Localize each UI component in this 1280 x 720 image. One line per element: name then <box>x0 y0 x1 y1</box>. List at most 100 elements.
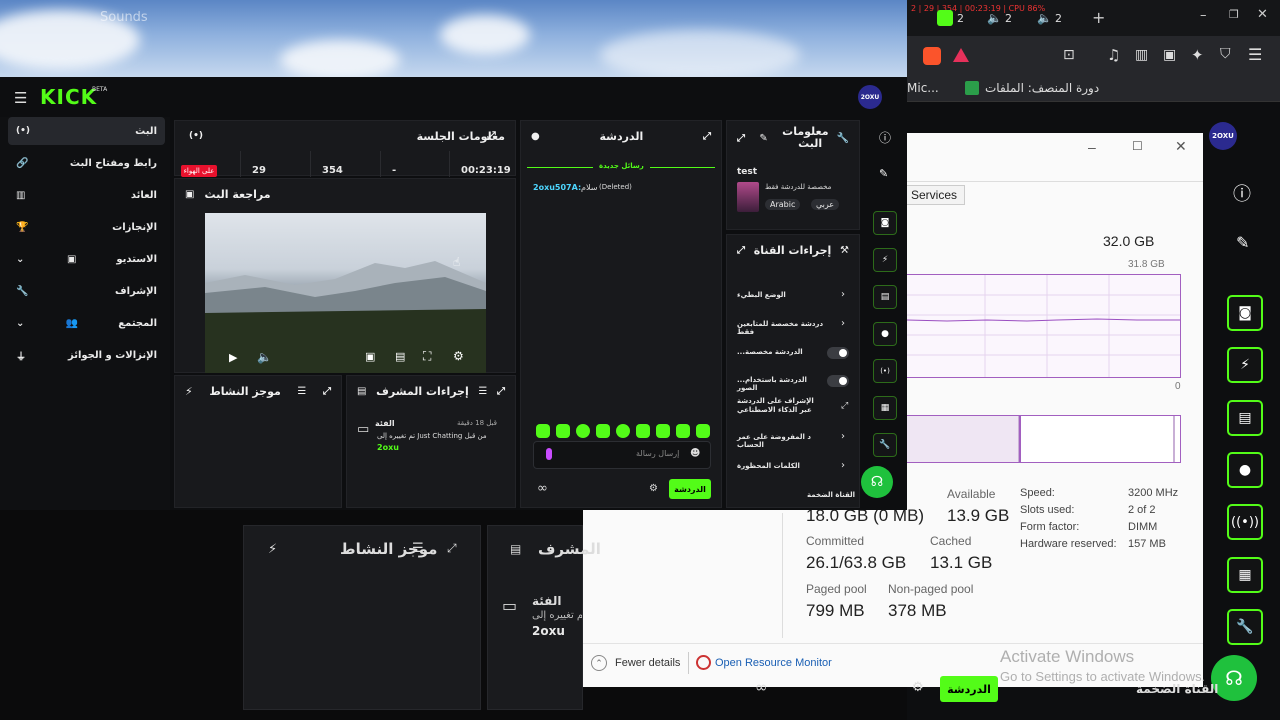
fewer-details-link[interactable]: Fewer details <box>615 657 680 669</box>
filter-icon[interactable]: ☰ <box>478 386 487 397</box>
sidebar-item-stream[interactable]: (•) البث <box>8 117 165 145</box>
layout-button[interactable]: ▦ <box>873 396 897 420</box>
sidebar-item-moderation[interactable]: 🔧 الإشراف <box>8 277 165 305</box>
action-slow-mode[interactable]: الوضع البطيء <box>737 291 837 299</box>
sidebar-item-community[interactable]: ⌄ 👥 المجتمع <box>8 309 165 337</box>
maximize-button[interactable]: ☐ <box>1132 139 1143 153</box>
play-icon[interactable]: ▶ <box>229 351 237 364</box>
chevron-right-icon[interactable]: › <box>841 318 845 329</box>
chat-button[interactable]: ● <box>873 322 897 346</box>
tab-services[interactable]: Services <box>903 185 965 205</box>
microphone-icon[interactable] <box>546 448 552 460</box>
expand-icon[interactable]: ⤢ <box>737 245 745 256</box>
close-button[interactable]: ✕ <box>1257 7 1268 22</box>
layout-button[interactable]: ▦ <box>1227 557 1263 593</box>
action-followers-only[interactable]: دردشة مخصصة للمتابعين فقط <box>737 320 837 336</box>
close-button[interactable]: ✕ <box>1175 138 1187 155</box>
rewards-icon[interactable] <box>953 48 969 62</box>
chat-button[interactable]: ● <box>1227 452 1263 488</box>
emote-icon[interactable] <box>616 424 630 438</box>
chat-input[interactable]: إرسال رسالة ☻ <box>533 441 711 469</box>
open-resource-monitor-link[interactable]: Open Resource Monitor <box>715 657 832 669</box>
leo-icon[interactable]: ✦ <box>1191 46 1204 64</box>
bookmark-item[interactable]: Mic... <box>907 81 939 95</box>
sidebar-item-achievements[interactable]: 🏆 الإنجازات <box>8 213 165 241</box>
notes-button[interactable]: ▤ <box>873 285 897 309</box>
minimize-button[interactable]: – <box>1088 139 1096 155</box>
fullscreen-icon[interactable]: ⛶ <box>423 349 431 364</box>
chat-username[interactable]: 2oxu507A: <box>533 183 581 192</box>
hamburger-icon[interactable]: ☰ <box>14 89 27 107</box>
broadcast-button[interactable]: (•) <box>873 359 897 383</box>
music-icon[interactable]: ♫ <box>1107 46 1120 64</box>
edit-icon[interactable]: ✎ <box>879 167 888 180</box>
volume-icon[interactable]: 🔈 <box>257 350 272 364</box>
theater-icon[interactable]: ▤ <box>395 350 405 363</box>
ghost-chat-button[interactable]: الدردشة <box>940 676 998 702</box>
stream-category[interactable]: مخصصة للدردشة فقط <box>765 183 831 191</box>
filter-icon[interactable]: ☰ <box>297 386 306 397</box>
kick-tab-icon[interactable] <box>937 10 953 26</box>
emote-icon[interactable] <box>576 424 590 438</box>
tag-chip[interactable]: Arabic <box>765 199 801 210</box>
clip-button[interactable]: ◙ <box>1227 295 1263 331</box>
expand-icon[interactable]: ⤢ <box>323 386 331 397</box>
expand-icon[interactable]: ⤢ <box>447 541 457 556</box>
infinity-icon[interactable]: ∞ <box>537 481 548 496</box>
vpn-icon[interactable]: ⛉ <box>1220 46 1231 62</box>
avatar[interactable]: 2OXU <box>858 85 882 109</box>
emote-icon[interactable] <box>556 424 570 438</box>
sidebar-item-studio[interactable]: ⌄ ▣ الاستديو <box>8 245 165 273</box>
expand-icon[interactable]: ⤢ <box>703 131 711 142</box>
support-button[interactable]: ☊ <box>861 466 893 498</box>
expand-icon[interactable]: ⤢ <box>497 386 505 397</box>
bookmark-item[interactable]: دورة المنصف: الملفات <box>985 81 1099 95</box>
notes-button[interactable]: ▤ <box>1227 400 1263 436</box>
restore-button[interactable]: ❐ <box>1229 8 1239 21</box>
emotes-only-toggle[interactable] <box>827 375 849 387</box>
wallet-icon[interactable]: ▣ <box>1163 47 1176 63</box>
speaker-icon[interactable]: 🔈 <box>987 11 1002 25</box>
chevron-up-icon[interactable]: ⌃ <box>591 655 607 671</box>
speaker-icon[interactable]: 🔈 <box>1037 11 1052 25</box>
brave-shield-icon[interactable] <box>923 47 941 65</box>
emote-icon[interactable] <box>696 424 710 438</box>
chevron-right-icon[interactable]: › <box>841 431 845 442</box>
edit-icon[interactable]: ✎ <box>759 133 767 144</box>
emote-icon[interactable] <box>656 424 670 438</box>
emote-icon[interactable] <box>536 424 550 438</box>
minimize-button[interactable]: – <box>1200 8 1207 23</box>
broadcast-button[interactable]: ((•)) <box>1227 504 1263 540</box>
infinity-icon[interactable]: ∞ <box>755 678 768 696</box>
action-account-age[interactable]: د المفروضة على عمر الحساب <box>737 433 837 449</box>
filter-icon[interactable]: ☰ <box>412 541 424 556</box>
emote-icon[interactable] <box>636 424 650 438</box>
chat-send-button[interactable]: الدردشة <box>669 479 711 499</box>
avatar[interactable]: 2OXU <box>1209 122 1237 150</box>
emote-icon[interactable] <box>596 424 610 438</box>
video-player[interactable]: ☝ ▶ 🔈 ▣ ▤ ⛶ ⚙ <box>205 213 486 373</box>
menu-icon[interactable]: ☰ <box>1248 45 1262 64</box>
tools-button[interactable]: 🔧 <box>1227 609 1263 645</box>
new-tab-button[interactable]: + <box>1092 8 1105 27</box>
clip-button[interactable]: ◙ <box>873 211 897 235</box>
emote-icon[interactable] <box>676 424 690 438</box>
gear-icon[interactable]: ⚙ <box>649 483 658 494</box>
expand-icon[interactable]: ⤢ <box>737 133 745 144</box>
sidebar-item-stream-key[interactable]: 🔗 رابط ومفتاح البث <box>8 149 165 177</box>
chevron-right-icon[interactable]: › <box>841 460 845 471</box>
info-icon[interactable]: ⓘ <box>879 129 891 146</box>
reader-icon[interactable]: ⊡ <box>1063 47 1075 63</box>
sidebar-icon[interactable]: ▥ <box>1135 47 1148 63</box>
external-link-icon[interactable]: ⤢ <box>841 401 848 411</box>
edit-icon[interactable]: ✎ <box>1236 233 1249 252</box>
info-icon[interactable]: ⓘ <box>1233 180 1251 206</box>
subscribers-only-toggle[interactable] <box>827 347 849 359</box>
chevron-right-icon[interactable]: › <box>841 289 845 300</box>
action-banned-words[interactable]: الكلمات المحظورة <box>737 462 837 470</box>
emoji-icon[interactable]: ☻ <box>690 448 700 459</box>
action-big-channel[interactable]: القناة الضخمة <box>807 491 855 499</box>
gear-icon[interactable]: ⚙ <box>912 680 924 695</box>
kick-logo[interactable]: KICK <box>40 85 97 109</box>
quick-action-button[interactable]: ⚡ <box>873 248 897 272</box>
